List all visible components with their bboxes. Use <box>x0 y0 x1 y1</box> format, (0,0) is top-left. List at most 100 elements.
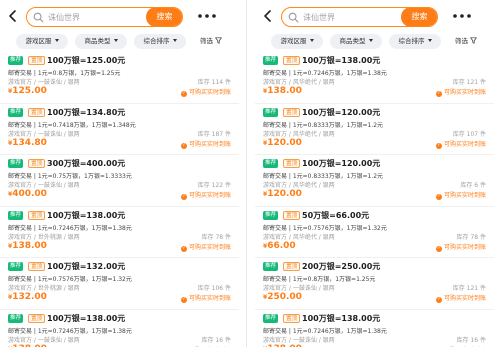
instant-delivery-badge: ✓可购买实时到账 <box>180 87 231 97</box>
filter-label: 筛选 <box>455 37 468 45</box>
pinned-tag: 置顶 <box>28 313 46 323</box>
price: ¥138.00 <box>8 241 47 251</box>
pinned-tag: 置顶 <box>28 159 46 168</box>
right-screen: 搜索 游戏区服 商品类型 综合排序 筛选 推荐 置顶100万银=138.00元邮… <box>255 0 494 347</box>
pinned-tag: 置顶 <box>283 107 301 117</box>
lightning-icon: ✓ <box>435 297 442 303</box>
lightning-icon: ✓ <box>180 245 187 252</box>
sort-filter-label: 综合排序 <box>143 37 170 45</box>
product-card[interactable]: 推荐 置顶 100万银=120.00元 邮寄交易 | 1元=0.8333万银，1万银… <box>255 155 494 207</box>
lightning-icon: ✓ <box>180 194 187 200</box>
more-icon[interactable] <box>451 13 473 19</box>
search-button[interactable]: 搜索 <box>146 8 182 26</box>
server-info: 游戏官方 / 风华绝代 / 银两 <box>263 130 335 138</box>
recommend-tag: 推荐 <box>263 56 279 65</box>
region-filter[interactable]: 游戏区服 <box>16 34 68 49</box>
type-filter[interactable]: 商品类型 <box>75 34 127 49</box>
product-card[interactable]: 推荐 置顶 100万银=138.00元 邮寄交易 | 1元=0.7246万银，1万银… <box>0 310 239 347</box>
caret-down-icon <box>368 39 373 42</box>
price-value: 66.00 <box>267 240 296 251</box>
search-box: 搜索 <box>281 7 438 27</box>
server-info: 游戏官方 / 一鼓诛仙 / 银两 <box>8 336 80 344</box>
more-icon[interactable] <box>196 13 218 19</box>
server-info: 游戏官方 / 风华绝代 / 银两 <box>263 182 335 189</box>
product-card[interactable]: 推荐 置顶 100万银=125.00元 邮寄交易 | 1元=0.8万银，1万银=1.… <box>0 52 239 104</box>
trade-info: 邮寄交易 | 1元=0.8万银，1万银=1.25元 <box>8 70 121 77</box>
instant-delivery-badge: ✓可购买实时到账 <box>180 190 231 200</box>
recommend-tag: 推荐 <box>263 210 279 220</box>
stock-count: 库存 114 件 <box>197 79 231 86</box>
lightning-icon: ✓ <box>435 245 442 252</box>
recommend-tag: 推荐 <box>8 210 24 220</box>
product-title: 100万银=134.80元 <box>47 107 126 117</box>
badge-label: 可购买实时到账 <box>188 140 231 148</box>
product-card[interactable]: 推荐 置顶 100万银=138.00元 邮寄交易 | 1元=0.7246万银，1万银… <box>255 52 494 104</box>
instant-delivery-badge: ✓可购买实时到账 <box>435 242 486 252</box>
recommend-tag: 推荐 <box>263 262 279 271</box>
recommend-tag: 推荐 <box>8 107 24 117</box>
tag-group: 推荐 置顶 <box>263 107 301 118</box>
price: ¥250.00 <box>263 292 302 302</box>
instant-delivery-badge: ✓可购买实时到账 <box>180 242 231 252</box>
type-filter[interactable]: 商品类型 <box>330 34 382 49</box>
pinned-tag: 置顶 <box>283 262 301 271</box>
instant-delivery-badge: ✓可购买实时到账 <box>435 139 486 149</box>
product-card[interactable]: 推荐 置顶 100万银=134.80元 邮寄交易 | 1元=0.7418万银，1万银… <box>0 104 239 155</box>
badge-label: 可购买实时到账 <box>188 192 231 199</box>
price-value: 138.00 <box>267 344 302 347</box>
product-list: 推荐 置顶 100万银=138.00元 邮寄交易 | 1元=0.7246万银，1万银… <box>255 52 494 347</box>
caret-down-icon <box>427 39 432 42</box>
filter-button[interactable]: 筛选 <box>455 34 477 49</box>
product-title: 100万银=120.00元 <box>302 159 381 168</box>
type-filter-label: 商品类型 <box>339 37 366 45</box>
lightning-icon: ✓ <box>435 194 442 200</box>
trade-info: 邮寄交易 | 1元=0.8333万银，1万银=1.2元 <box>263 173 384 180</box>
price: ¥138.00 <box>8 344 47 347</box>
caret-down-icon <box>309 39 314 42</box>
product-card[interactable]: 推荐 置顶 100万银=120.00元 邮寄交易 | 1元=0.8333万银，1万银… <box>255 104 494 155</box>
recommend-tag: 推荐 <box>8 56 24 65</box>
sort-filter[interactable]: 综合排序 <box>134 34 186 49</box>
price: ¥125.00 <box>8 86 47 96</box>
stock-count: 库存 78 件 <box>456 233 486 241</box>
product-card[interactable]: 推荐 置顶 200万银=250.00元 邮寄交易 | 1元=0.8万银，1万银=1.… <box>255 258 494 310</box>
search-icon <box>288 12 299 23</box>
badge-label: 可购买实时到账 <box>188 89 231 96</box>
filter-button[interactable]: 筛选 <box>200 34 222 49</box>
trade-info: 邮寄交易 | 1元=0.7246万银，1万银=1.38元 <box>263 70 387 77</box>
region-filter-label: 游戏区服 <box>25 37 52 45</box>
region-filter[interactable]: 游戏区服 <box>271 34 323 49</box>
price-value: 132.00 <box>12 292 47 302</box>
pinned-tag: 置顶 <box>28 107 46 117</box>
tag-group: 推荐 置顶 <box>263 210 301 221</box>
back-arrow-icon[interactable] <box>263 9 273 23</box>
tag-group: 推荐 置顶 <box>8 262 46 272</box>
instant-delivery-badge: ✓可购买实时到账 <box>180 293 231 303</box>
price: ¥138.00 <box>263 86 302 96</box>
sort-filter[interactable]: 综合排序 <box>389 34 441 49</box>
pinned-tag: 置顶 <box>283 56 301 65</box>
badge-label: 可购买实时到账 <box>188 243 231 251</box>
product-card[interactable]: 推荐 置顶 100万银=132.00元 邮寄交易 | 1元=0.7576万银，1万银… <box>0 258 239 310</box>
product-card[interactable]: 推荐 置顶 50万银=66.00元 邮寄交易 | 1元=0.7576万银，1万银=1… <box>255 207 494 258</box>
product-card[interactable]: 推荐 置顶 300万银=400.00元 邮寄交易 | 1元=0.75万银，1万银=1… <box>0 155 239 207</box>
server-info: 游戏官方 / 一鼓诛仙 / 银两 <box>8 182 80 189</box>
price: ¥120.00 <box>263 189 302 199</box>
recommend-tag: 推荐 <box>8 262 24 271</box>
search-input[interactable] <box>48 10 134 24</box>
back-arrow-icon[interactable] <box>8 9 18 23</box>
product-card[interactable]: 推荐 置顶 100万银=138.00元 邮寄交易 | 1元=0.7246万银，1万银… <box>255 310 494 347</box>
tag-group: 推荐 置顶 <box>263 56 301 66</box>
recommend-tag: 推荐 <box>8 159 24 168</box>
caret-down-icon <box>54 39 59 42</box>
pinned-tag: 置顶 <box>28 262 46 271</box>
instant-delivery-badge: ✓可购买实时到账 <box>435 190 486 200</box>
server-info: 游戏官方 / 一鼓诛仙 / 银两 <box>8 79 80 86</box>
recommend-tag: 推荐 <box>263 107 279 117</box>
search-button[interactable]: 搜索 <box>401 8 437 26</box>
product-card[interactable]: 推荐 置顶 100万银=138.00元 邮寄交易 | 1元=0.7246万银，1万银… <box>0 207 239 258</box>
tag-group: 推荐 置顶 <box>263 262 301 272</box>
recommend-tag: 推荐 <box>8 313 24 323</box>
search-input[interactable] <box>303 10 389 24</box>
product-title: 200万银=250.00元 <box>302 262 381 271</box>
